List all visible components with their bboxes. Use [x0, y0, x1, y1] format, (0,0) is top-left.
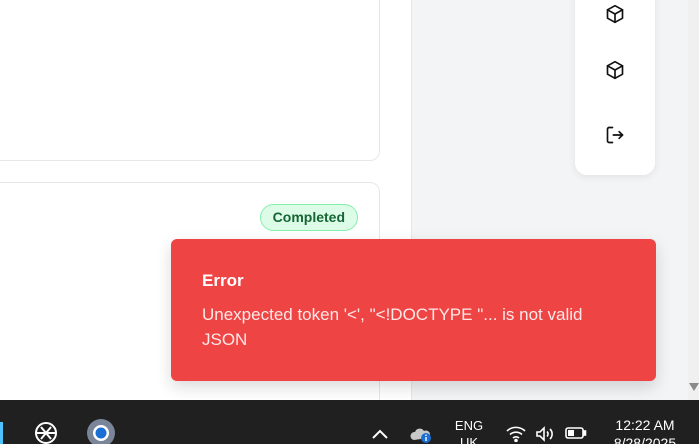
show-hidden-icons-button[interactable]	[372, 426, 388, 444]
volume-button[interactable]	[535, 426, 555, 444]
triangle-down-icon	[688, 383, 699, 391]
status-badge: Completed	[259, 204, 358, 231]
taskbar-app-chrome-canary[interactable]	[86, 418, 116, 444]
vertical-scrollbar[interactable]	[688, 0, 699, 400]
wifi-status-button[interactable]	[506, 426, 526, 444]
error-toast[interactable]: Error Unexpected token '<', "<!DOCTYPE "…	[171, 239, 656, 381]
chatgpt-icon	[35, 422, 57, 444]
cube-button[interactable]	[603, 58, 627, 82]
toast-title: Error	[202, 271, 244, 290]
language-code: ENG	[454, 418, 484, 433]
scroll-down-arrow[interactable]	[688, 382, 699, 392]
input-language-indicator[interactable]: ENG UK	[447, 417, 491, 444]
clock[interactable]: 12:22 AM 8/28/2025	[600, 416, 690, 444]
task-card	[0, 0, 380, 161]
side-toolbar	[575, 0, 655, 175]
taskbar: ENG UK 12:22 AM 8/28/2025	[0, 400, 699, 444]
taskbar-app-chatgpt[interactable]	[31, 418, 61, 444]
battery-icon	[565, 427, 587, 439]
cube-icon	[606, 4, 624, 24]
clock-date: 8/28/2025	[613, 435, 677, 444]
cube-button[interactable]	[603, 2, 627, 26]
cube-icon	[606, 60, 624, 80]
chevron-up-icon	[372, 429, 388, 439]
region-code: UK	[459, 435, 479, 444]
onedrive-icon	[410, 428, 431, 443]
volume-icon	[536, 426, 553, 442]
taskbar-active-indicator	[0, 422, 3, 444]
logout-icon	[606, 126, 624, 144]
battery-status-button[interactable]	[565, 426, 587, 444]
logout-button[interactable]	[603, 123, 627, 147]
onedrive-status-button[interactable]	[409, 426, 433, 444]
clock-time: 12:22 AM	[615, 417, 675, 433]
wifi-icon	[506, 426, 526, 443]
chrome-canary-icon	[87, 419, 115, 444]
toast-message: Unexpected token '<', "<!DOCTYPE "... is…	[202, 305, 583, 349]
